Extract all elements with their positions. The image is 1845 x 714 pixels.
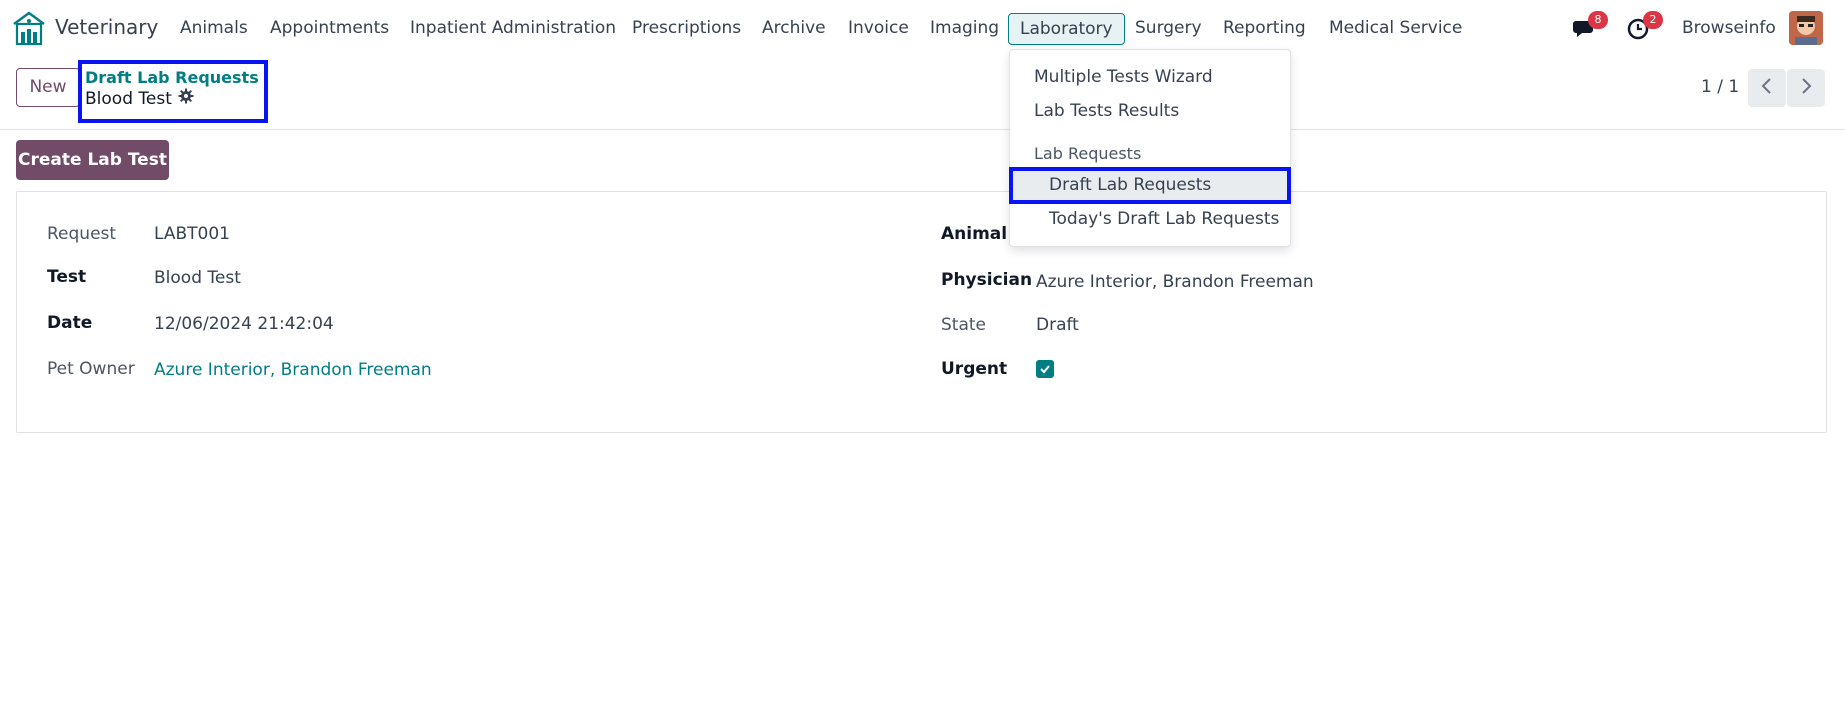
veterinary-app-icon[interactable]: [12, 10, 46, 46]
menu-inpatient-administration[interactable]: Inpatient Administration: [410, 18, 616, 38]
menu-prescriptions[interactable]: Prescriptions: [632, 18, 741, 38]
dropdown-draft-lab-requests[interactable]: Draft Lab Requests: [1049, 175, 1211, 195]
menu-medical-service[interactable]: Medical Service: [1329, 18, 1462, 38]
urgent-checkbox[interactable]: [1036, 360, 1054, 378]
request-label: Request: [47, 224, 117, 244]
create-lab-test-button[interactable]: Create Lab Test: [16, 140, 169, 180]
request-value: LABT001: [154, 224, 230, 244]
dropdown-todays-draft-lab-requests[interactable]: Today's Draft Lab Requests: [1049, 209, 1279, 229]
date-label: Date: [47, 313, 93, 333]
pager-previous-button[interactable]: [1748, 69, 1786, 107]
form-sheet: [16, 191, 1827, 433]
state-value: Draft: [1036, 315, 1079, 335]
user-avatar[interactable]: [1789, 11, 1823, 45]
menu-surgery[interactable]: Surgery: [1135, 18, 1202, 38]
chevron-left-icon: [1760, 77, 1774, 99]
breadcrumb-current: Blood Test: [85, 88, 194, 109]
physician-label: Physician: [941, 270, 1033, 290]
state-label: State: [941, 315, 986, 335]
pet-owner-label: Pet Owner: [47, 359, 135, 379]
menu-reporting[interactable]: Reporting: [1223, 18, 1306, 38]
menu-archive[interactable]: Archive: [762, 18, 826, 38]
company-name[interactable]: Browseinfo: [1682, 18, 1776, 38]
dropdown-lab-tests-results[interactable]: Lab Tests Results: [1034, 101, 1179, 121]
activities-badge: 2: [1643, 11, 1663, 29]
messages-badge: 8: [1588, 11, 1608, 29]
menu-appointments[interactable]: Appointments: [270, 18, 389, 38]
urgent-label: Urgent: [941, 359, 1008, 379]
breadcrumb-current-label: Blood Test: [85, 88, 172, 109]
pager-next-button[interactable]: [1787, 69, 1825, 107]
dropdown-multiple-tests-wizard[interactable]: Multiple Tests Wizard: [1034, 67, 1213, 87]
top-navbar: Veterinary Animals Appointments Inpatien…: [0, 0, 1845, 55]
app-name[interactable]: Veterinary: [55, 15, 158, 39]
physician-value[interactable]: Azure Interior, Brandon Freeman: [1036, 272, 1314, 292]
date-value[interactable]: 12/06/2024 21:42:04: [154, 314, 334, 334]
pet-owner-link[interactable]: Azure Interior, Brandon Freeman: [154, 360, 432, 380]
menu-animals[interactable]: Animals: [180, 18, 248, 38]
control-panel: [0, 55, 1845, 130]
animal-label: Animal: [941, 224, 1008, 244]
test-value[interactable]: Blood Test: [154, 268, 241, 288]
gear-icon[interactable]: [178, 88, 194, 109]
pager-value[interactable]: 1 / 1: [1701, 77, 1739, 97]
test-label: Test: [47, 267, 87, 287]
dropdown-section-lab-requests: Lab Requests: [1034, 144, 1142, 163]
menu-invoice[interactable]: Invoice: [848, 18, 909, 38]
menu-imaging[interactable]: Imaging: [930, 18, 999, 38]
menu-laboratory[interactable]: Laboratory: [1008, 13, 1125, 45]
new-button[interactable]: New: [16, 68, 80, 107]
chevron-right-icon: [1799, 77, 1813, 99]
breadcrumb-parent-link[interactable]: Draft Lab Requests: [85, 68, 259, 87]
